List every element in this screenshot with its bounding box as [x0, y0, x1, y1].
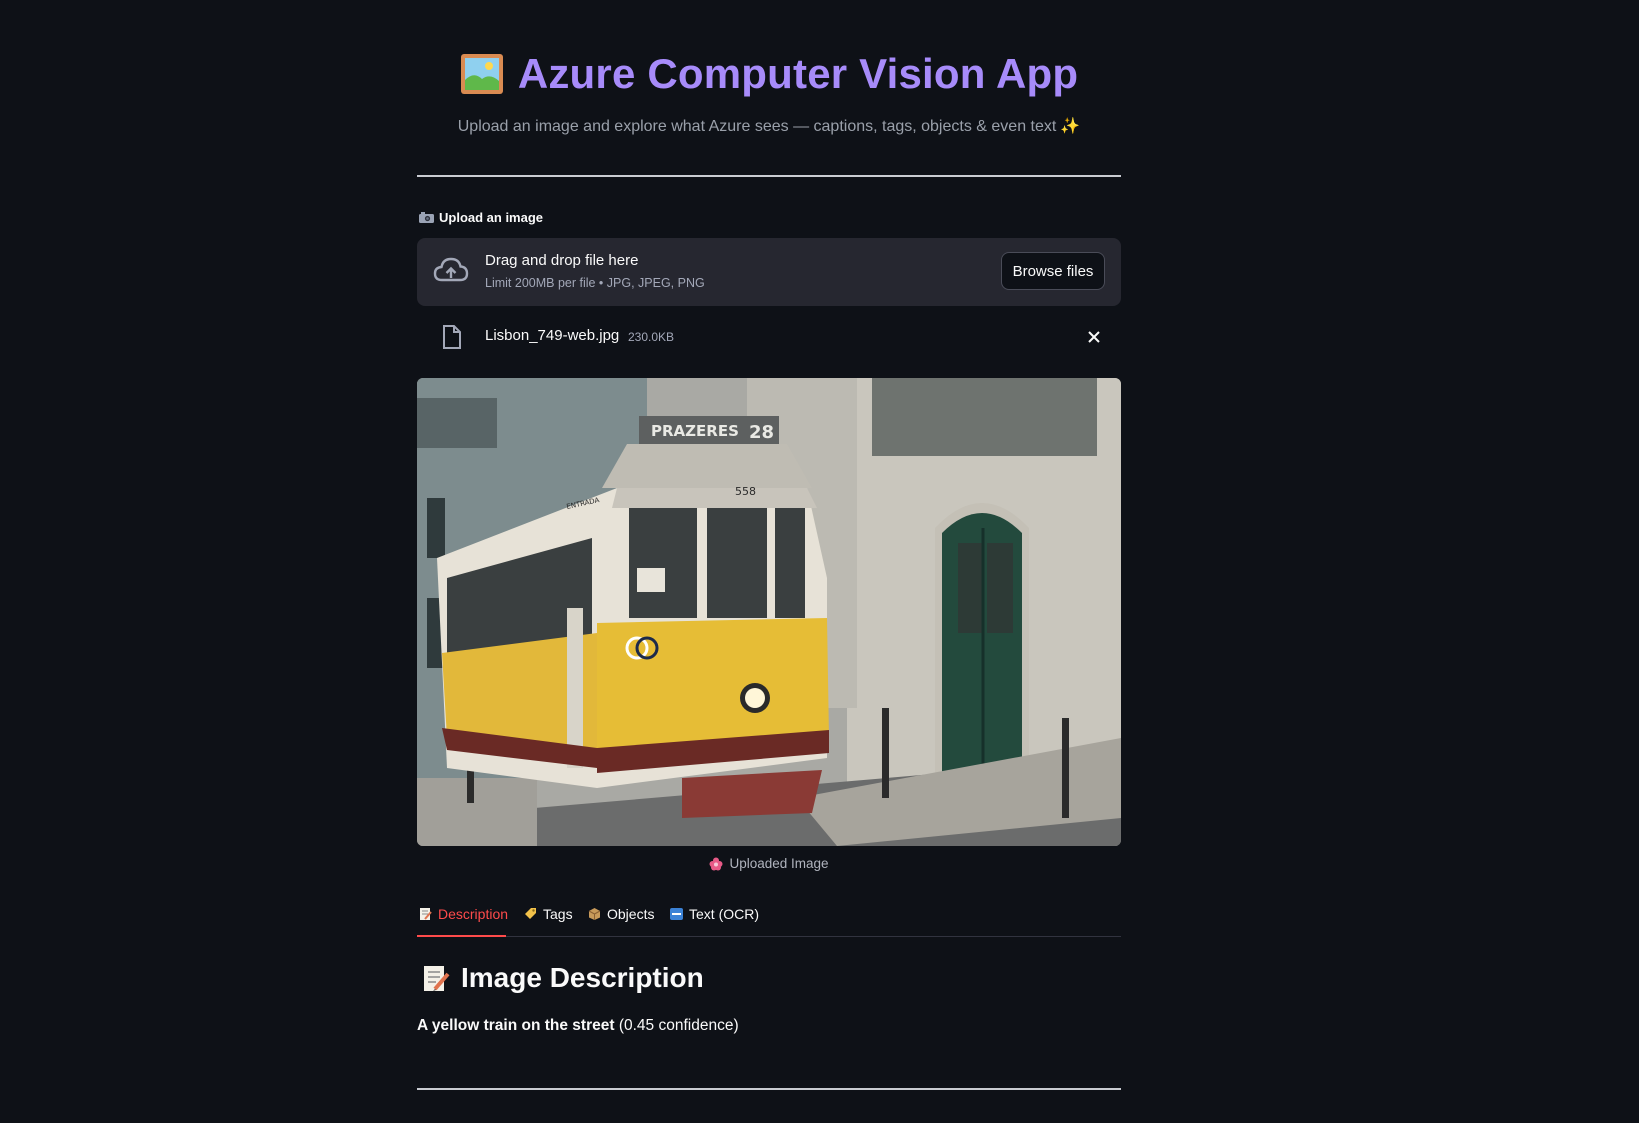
tabs-baseline	[417, 936, 1121, 937]
tab-description-label: Description	[438, 906, 509, 922]
description-confidence: (0.45 confidence)	[618, 1017, 739, 1034]
bottom-divider	[417, 1088, 1121, 1090]
tab-objects[interactable]: Objects	[588, 906, 654, 922]
section-heading: Image Description	[421, 962, 704, 994]
abc-icon	[670, 908, 683, 920]
tab-tags[interactable]: Tags	[524, 906, 573, 922]
package-icon	[588, 908, 601, 920]
image-caption-text: Uploaded Image	[729, 856, 829, 871]
result-tabs: Description Tags Objects Text (OCR)	[417, 900, 1121, 937]
section-heading-text: Image Description	[461, 962, 704, 993]
tab-description[interactable]: Description	[419, 906, 508, 922]
app-title: Azure Computer Vision App	[517, 50, 1079, 97]
top-divider	[417, 175, 1121, 177]
tab-tags-label: Tags	[543, 906, 573, 922]
dropzone-title: Drag and drop file here	[485, 252, 639, 269]
tram-photo: PRAZERES 28 558 ENTRADA	[417, 378, 1121, 846]
uploaded-image: PRAZERES 28 558 ENTRADA	[417, 378, 1121, 846]
uploaded-file-row: Lisbon_749-web.jpg 230.0KB	[417, 318, 1121, 358]
memo-icon	[424, 966, 450, 991]
flower-icon	[709, 857, 723, 870]
tab-text-ocr[interactable]: Text (OCR)	[670, 906, 759, 922]
upload-label-text: Upload an image	[439, 210, 544, 225]
route-number-text: 28	[749, 422, 774, 443]
file-size: 230.0KB	[628, 330, 675, 344]
file-icon	[443, 325, 461, 349]
label-tag-icon	[525, 908, 536, 919]
active-tab-indicator	[417, 935, 506, 937]
app-header: Azure Computer Vision App	[417, 44, 1121, 104]
cloud-upload-icon	[433, 257, 469, 282]
app-subtitle: Upload an image and explore what Azure s…	[417, 116, 1121, 136]
description-caption: A yellow train on the street	[417, 1017, 615, 1034]
dropzone-limit: Limit 200MB per file • JPG, JPEG, PNG	[485, 276, 705, 290]
car-number-text: 558	[735, 485, 756, 498]
file-name: Lisbon_749-web.jpg	[485, 327, 620, 344]
tab-text-ocr-label: Text (OCR)	[689, 906, 759, 922]
subtitle-text: Upload an image and explore what Azure s…	[457, 118, 1057, 135]
browse-files-button[interactable]: Browse files	[1001, 252, 1105, 290]
close-icon	[1088, 331, 1100, 343]
tab-objects-label: Objects	[607, 906, 655, 922]
upload-label: Upload an image	[419, 210, 543, 225]
camera-icon	[419, 212, 434, 223]
file-dropzone[interactable]: Drag and drop file here Limit 200MB per …	[417, 238, 1121, 306]
description-result: A yellow train on the street (0.45 confi…	[417, 1017, 739, 1035]
image-caption: Uploaded Image	[417, 856, 1121, 871]
memo-icon	[420, 908, 432, 920]
sparkles-icon: ✨	[1060, 118, 1081, 135]
framed-picture-icon	[460, 54, 503, 94]
destination-sign-text: PRAZERES	[651, 422, 739, 440]
remove-file-button[interactable]	[1083, 326, 1105, 348]
